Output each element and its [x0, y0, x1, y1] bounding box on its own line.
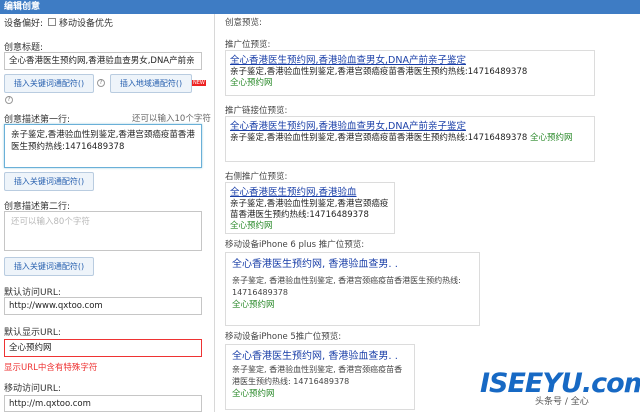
device-pref-label: 设备偏好:: [4, 19, 44, 29]
ad-preview-card: 全心香港医生预约网,香港验血查男女,DNA产前亲子鉴定 亲子鉴定,香港验血性别鉴…: [225, 50, 595, 96]
ad-display-url: 全心预约网: [529, 133, 573, 143]
display-url-label: 默认显示URL:: [4, 328, 61, 338]
desc1-insert-keyword-button[interactable]: 插入关键词通配符(): [4, 172, 94, 191]
mobile-ad-description: 亲子鉴定, 香港验血性别鉴定, 香港宫颈癌疫苗香港医生预约热线: 1471648…: [232, 365, 403, 386]
visit-url-input[interactable]: http://www.qxtoo.com: [4, 297, 202, 315]
mobile-url-label: 移动访问URL:: [4, 384, 61, 394]
ad-display-url: 全心预约网: [230, 221, 273, 231]
preview-section-label: 移动设备iPhone 5推广位预览:: [225, 332, 342, 342]
preview-section-label: 右侧推广位预览:: [225, 172, 288, 182]
mobile-ad-display-url: 全心预约网: [232, 300, 275, 310]
ad-display-url: 全心预约网: [230, 78, 273, 88]
mobile-ad-title[interactable]: 全心香港医生预约网, 香港验血查男. .: [232, 257, 473, 272]
desc2-textarea[interactable]: 还可以输入80个字符: [4, 211, 202, 251]
ad-title-link[interactable]: 全心香港医生预约网,香港验血查男女,DNA产前亲子鉴定: [230, 54, 590, 67]
mobile-first-label: 移动设备优先: [59, 19, 114, 29]
help-icon[interactable]: ?: [5, 96, 13, 104]
ad-description: 亲子鉴定,香港验血性别鉴定,香港宫颈癌疫苗香港医生预约热线:1471648937…: [230, 133, 590, 144]
preview-panel: 创意预览: 推广位预览: 全心香港医生预约网,香港验血查男女,DNA产前亲子鉴定…: [215, 14, 640, 412]
window-title: 编辑创意: [0, 0, 640, 14]
desc2-insert-keyword-button[interactable]: 插入关键词通配符(): [4, 257, 94, 276]
desc2-placeholder: 还可以输入80个字符: [11, 217, 90, 227]
preview-section-label: 推广链接位预览:: [225, 106, 288, 116]
desc1-counter: 还可以输入10个字符: [132, 114, 211, 124]
display-url-input[interactable]: 全心预约网: [4, 339, 202, 357]
insert-region-button[interactable]: 插入地域通配符(): [110, 74, 192, 93]
preview-section-label: 移动设备iPhone 6 plus 推广位预览:: [225, 240, 365, 250]
preview-section-label: 推广位预览:: [225, 40, 271, 50]
watermark-subtext: 头条号 / 全心: [535, 397, 589, 407]
display-url-error: 显示URL中含有特殊字符: [4, 363, 98, 373]
insert-keyword-button[interactable]: 插入关键词通配符(): [4, 74, 94, 93]
mobile-first-checkbox[interactable]: [48, 18, 56, 26]
ad-description: 亲子鉴定,香港验血性别鉴定,香港宫颈癌疫苗香港医生预约热线:1471648937…: [230, 67, 528, 77]
mobile-ad-description: 亲子鉴定, 香港验血性别鉴定, 香港宫颈癌疫苗香港医生预约热线: 1471648…: [232, 276, 461, 297]
mobile-preview-card: 全心香港医生预约网, 香港验血查男. . 亲子鉴定, 香港验血性别鉴定, 香港宫…: [225, 252, 480, 326]
title-input[interactable]: 全心香港医生预约网,香港验血查男女,DNA产前亲: [4, 52, 202, 70]
ad-preview-card: 全心香港医生预约网,香港验血查男女,DNA产前亲子鉴定 亲子鉴定,香港验血性别鉴…: [225, 116, 595, 162]
ad-description: 亲子鉴定,香港验血性别鉴定,香港宫颈癌疫苗香港医生预约热线:1471648937…: [230, 199, 389, 220]
new-badge: NEW: [192, 80, 206, 86]
desc1-textarea[interactable]: 亲子鉴定,香港验血性别鉴定,香港宫颈癌疫苗香港医生预约热线:1471648937…: [4, 124, 202, 168]
mobile-ad-title[interactable]: 全心香港医生预约网, 香港验血查男. .: [232, 349, 408, 364]
mobile-url-input[interactable]: http://m.qxtoo.com: [4, 395, 202, 412]
mobile-ad-display-url: 全心预约网: [232, 389, 275, 399]
ad-preview-card: 全心香港医生预约网,香港验血 亲子鉴定,香港验血性别鉴定,香港宫颈癌疫苗香港医生…: [225, 182, 395, 234]
preview-heading: 创意预览:: [225, 18, 262, 28]
edit-form: 设备偏好: 移动设备优先 创意标题: 全心香港医生预约网,香港验血查男女,DNA…: [0, 14, 213, 412]
ad-description-text: 亲子鉴定,香港验血性别鉴定,香港宫颈癌疫苗香港医生预约热线:1471648937…: [230, 133, 528, 143]
mobile-preview-card: 全心香港医生预约网, 香港验血查男. . 亲子鉴定, 香港验血性别鉴定, 香港宫…: [225, 344, 415, 410]
ad-title-link[interactable]: 全心香港医生预约网,香港验血: [230, 186, 390, 199]
help-icon[interactable]: ?: [97, 79, 105, 87]
ad-title-link[interactable]: 全心香港医生预约网,香港验血查男女,DNA产前亲子鉴定: [230, 120, 590, 133]
